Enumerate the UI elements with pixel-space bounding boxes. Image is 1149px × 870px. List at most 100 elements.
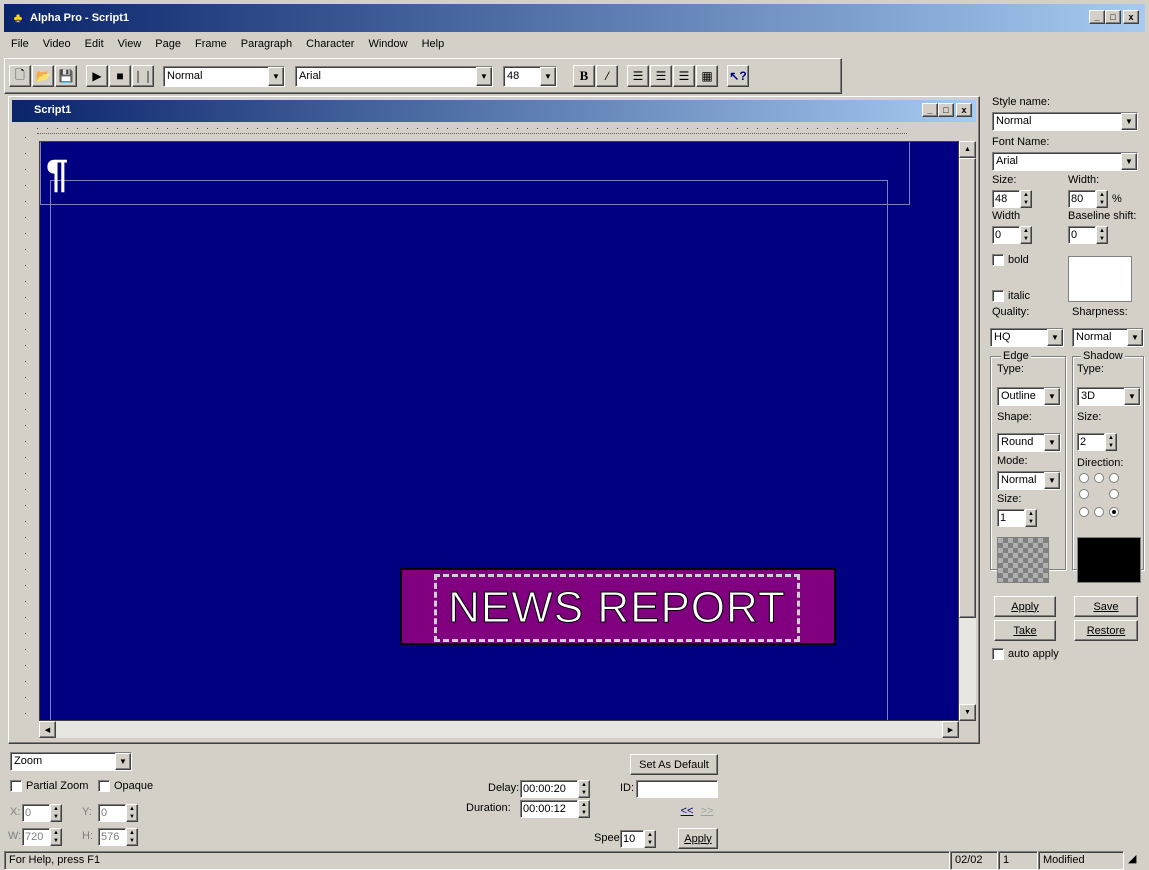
edge-mode-select[interactable]: Normal ▼ [997, 471, 1061, 490]
w-spinner[interactable]: 720 ▲ ▼ [22, 828, 62, 846]
justify-button[interactable]: ▦ [696, 65, 718, 87]
restore-style-button[interactable]: Restore [1074, 620, 1138, 641]
font-select[interactable]: Arial ▼ [295, 65, 493, 87]
next-button[interactable]: >> [698, 802, 716, 820]
bold-checkbox[interactable]: bold [992, 254, 1029, 266]
save-style-button[interactable]: Save [1074, 596, 1138, 617]
resize-grip-icon[interactable]: ◢ [1124, 851, 1145, 870]
edge-color-preview[interactable] [997, 537, 1049, 583]
bold-button[interactable]: B [573, 65, 595, 87]
doc-close-button[interactable]: x [956, 103, 972, 117]
vertical-scrollbar[interactable]: ▲ ▼ [959, 141, 976, 721]
direction-sw-radio[interactable] [1079, 507, 1089, 517]
minimize-button[interactable]: _ [1089, 10, 1105, 24]
size-spinner[interactable]: 48 ▲ ▼ [992, 190, 1032, 208]
direction-w-radio[interactable] [1079, 489, 1089, 499]
delay-spinner[interactable]: 00:00:20 ▲ ▼ [520, 780, 590, 798]
italic-button[interactable]: / [596, 65, 618, 87]
prev-button[interactable]: << [678, 802, 696, 820]
doc-maximize-button[interactable]: □ [938, 103, 954, 117]
quality-select[interactable]: HQ ▼ [990, 328, 1064, 347]
menu-view[interactable]: View [111, 38, 149, 50]
x-spinner[interactable]: 0 ▲ ▼ [22, 804, 62, 822]
id-input[interactable] [636, 780, 718, 798]
align-left-button[interactable]: ☰ [627, 65, 649, 87]
menu-edit[interactable]: Edit [78, 38, 111, 50]
take-style-button[interactable]: Take [994, 620, 1056, 641]
doc-minimize-button[interactable]: _ [922, 103, 938, 117]
direction-ne-radio[interactable] [1109, 473, 1119, 483]
menu-paragraph[interactable]: Paragraph [234, 38, 299, 50]
open-button[interactable]: 📂 [32, 65, 54, 87]
auto-apply-checkbox[interactable]: auto apply [992, 648, 1059, 660]
new-file-button[interactable]: 🗋 [9, 65, 31, 87]
shadow-type-select[interactable]: 3D ▼ [1077, 387, 1141, 406]
shadow-color-preview[interactable] [1077, 537, 1141, 583]
scroll-thumb[interactable] [959, 158, 976, 618]
context-help-button[interactable]: ↖? [727, 65, 749, 87]
italic-checkbox[interactable]: italic [992, 290, 1030, 302]
save-button[interactable]: 💾 [55, 65, 77, 87]
menu-frame[interactable]: Frame [188, 38, 234, 50]
style-select[interactable]: Normal ▼ [163, 65, 285, 87]
apply-timing-button[interactable]: Apply [678, 828, 718, 849]
partial-zoom-checkbox[interactable]: Partial Zoom [10, 780, 88, 792]
page-canvas[interactable]: ¶ NEWS REPORT [39, 141, 959, 721]
opaque-checkbox[interactable]: Opaque [98, 780, 153, 792]
scroll-down-button[interactable]: ▼ [959, 704, 976, 721]
spin-up-icon: ▲ [647, 832, 653, 838]
menu-page[interactable]: Page [148, 38, 188, 50]
pause-button[interactable]: ❙❙ [132, 65, 154, 87]
play-button[interactable]: ▶ [86, 65, 108, 87]
direction-n-radio[interactable] [1094, 473, 1104, 483]
scroll-left-button[interactable]: ◀ [39, 721, 56, 738]
duration-spinner[interactable]: 00:00:12 ▲ ▼ [520, 800, 590, 818]
sharpness-select[interactable]: Normal ▼ [1072, 328, 1144, 347]
size-select[interactable]: 48 ▼ [503, 65, 557, 87]
edge-type-select[interactable]: Outline ▼ [997, 387, 1061, 406]
menu-video[interactable]: Video [36, 38, 78, 50]
zoom-select[interactable]: Zoom ▼ [10, 752, 132, 771]
scroll-right-button[interactable]: ▶ [942, 721, 959, 738]
align-right-button[interactable]: ☰ [673, 65, 695, 87]
close-button[interactable]: x [1123, 10, 1139, 24]
y-spinner[interactable]: 0 ▲ ▼ [98, 804, 138, 822]
align-center-button[interactable]: ☰ [650, 65, 672, 87]
maximize-button[interactable]: □ [1105, 10, 1121, 24]
title-box[interactable]: NEWS REPORT [400, 568, 836, 645]
scroll-up-button[interactable]: ▲ [959, 141, 976, 158]
spin-down-icon: ▼ [581, 810, 587, 816]
edge-shape-select[interactable]: Round ▼ [997, 433, 1061, 452]
menu-window[interactable]: Window [361, 38, 414, 50]
width-pct-spinner[interactable]: 80 ▲ ▼ [1068, 190, 1108, 208]
title-text[interactable]: NEWS REPORT [434, 574, 800, 642]
delay-label: Delay: [488, 782, 520, 794]
set-as-default-button[interactable]: Set As Default [630, 754, 718, 775]
baseline-spinner[interactable]: 0 ▲ ▼ [1068, 226, 1108, 244]
apply-style-button[interactable]: Apply [994, 596, 1056, 617]
align-center-icon: ☰ [655, 69, 667, 83]
direction-se-radio[interactable] [1109, 507, 1119, 517]
stop-button[interactable]: ■ [109, 65, 131, 87]
menu-character[interactable]: Character [299, 38, 361, 50]
shadow-size-spinner[interactable]: 2 ▲ ▼ [1077, 433, 1117, 451]
h-label: H: [82, 830, 93, 842]
horizontal-ruler [37, 124, 907, 134]
width-spinner[interactable]: 0 ▲ ▼ [992, 226, 1032, 244]
menu-file[interactable]: File [4, 38, 36, 50]
style-name-select[interactable]: Normal ▼ [992, 112, 1138, 131]
font-name-select[interactable]: Arial ▼ [992, 152, 1138, 171]
speed-spinner[interactable]: 10 ▲ ▼ [620, 830, 656, 848]
menu-help[interactable]: Help [415, 38, 452, 50]
direction-s-radio[interactable] [1094, 507, 1104, 517]
direction-nw-radio[interactable] [1079, 473, 1089, 483]
edge-size-spinner[interactable]: 1 ▲ ▼ [997, 509, 1037, 527]
horizontal-scrollbar[interactable]: ◀ ▶ [39, 721, 959, 738]
align-right-icon: ☰ [678, 69, 690, 83]
arrow-right-icon: ▶ [947, 726, 954, 734]
h-spinner[interactable]: 576 ▲ ▼ [98, 828, 138, 846]
text-color-preview[interactable] [1068, 256, 1132, 302]
menu-bar: File Video Edit View Page Frame Paragrap… [4, 34, 1145, 54]
direction-e-radio[interactable] [1109, 489, 1119, 499]
spin-down-icon: ▼ [1023, 200, 1029, 206]
